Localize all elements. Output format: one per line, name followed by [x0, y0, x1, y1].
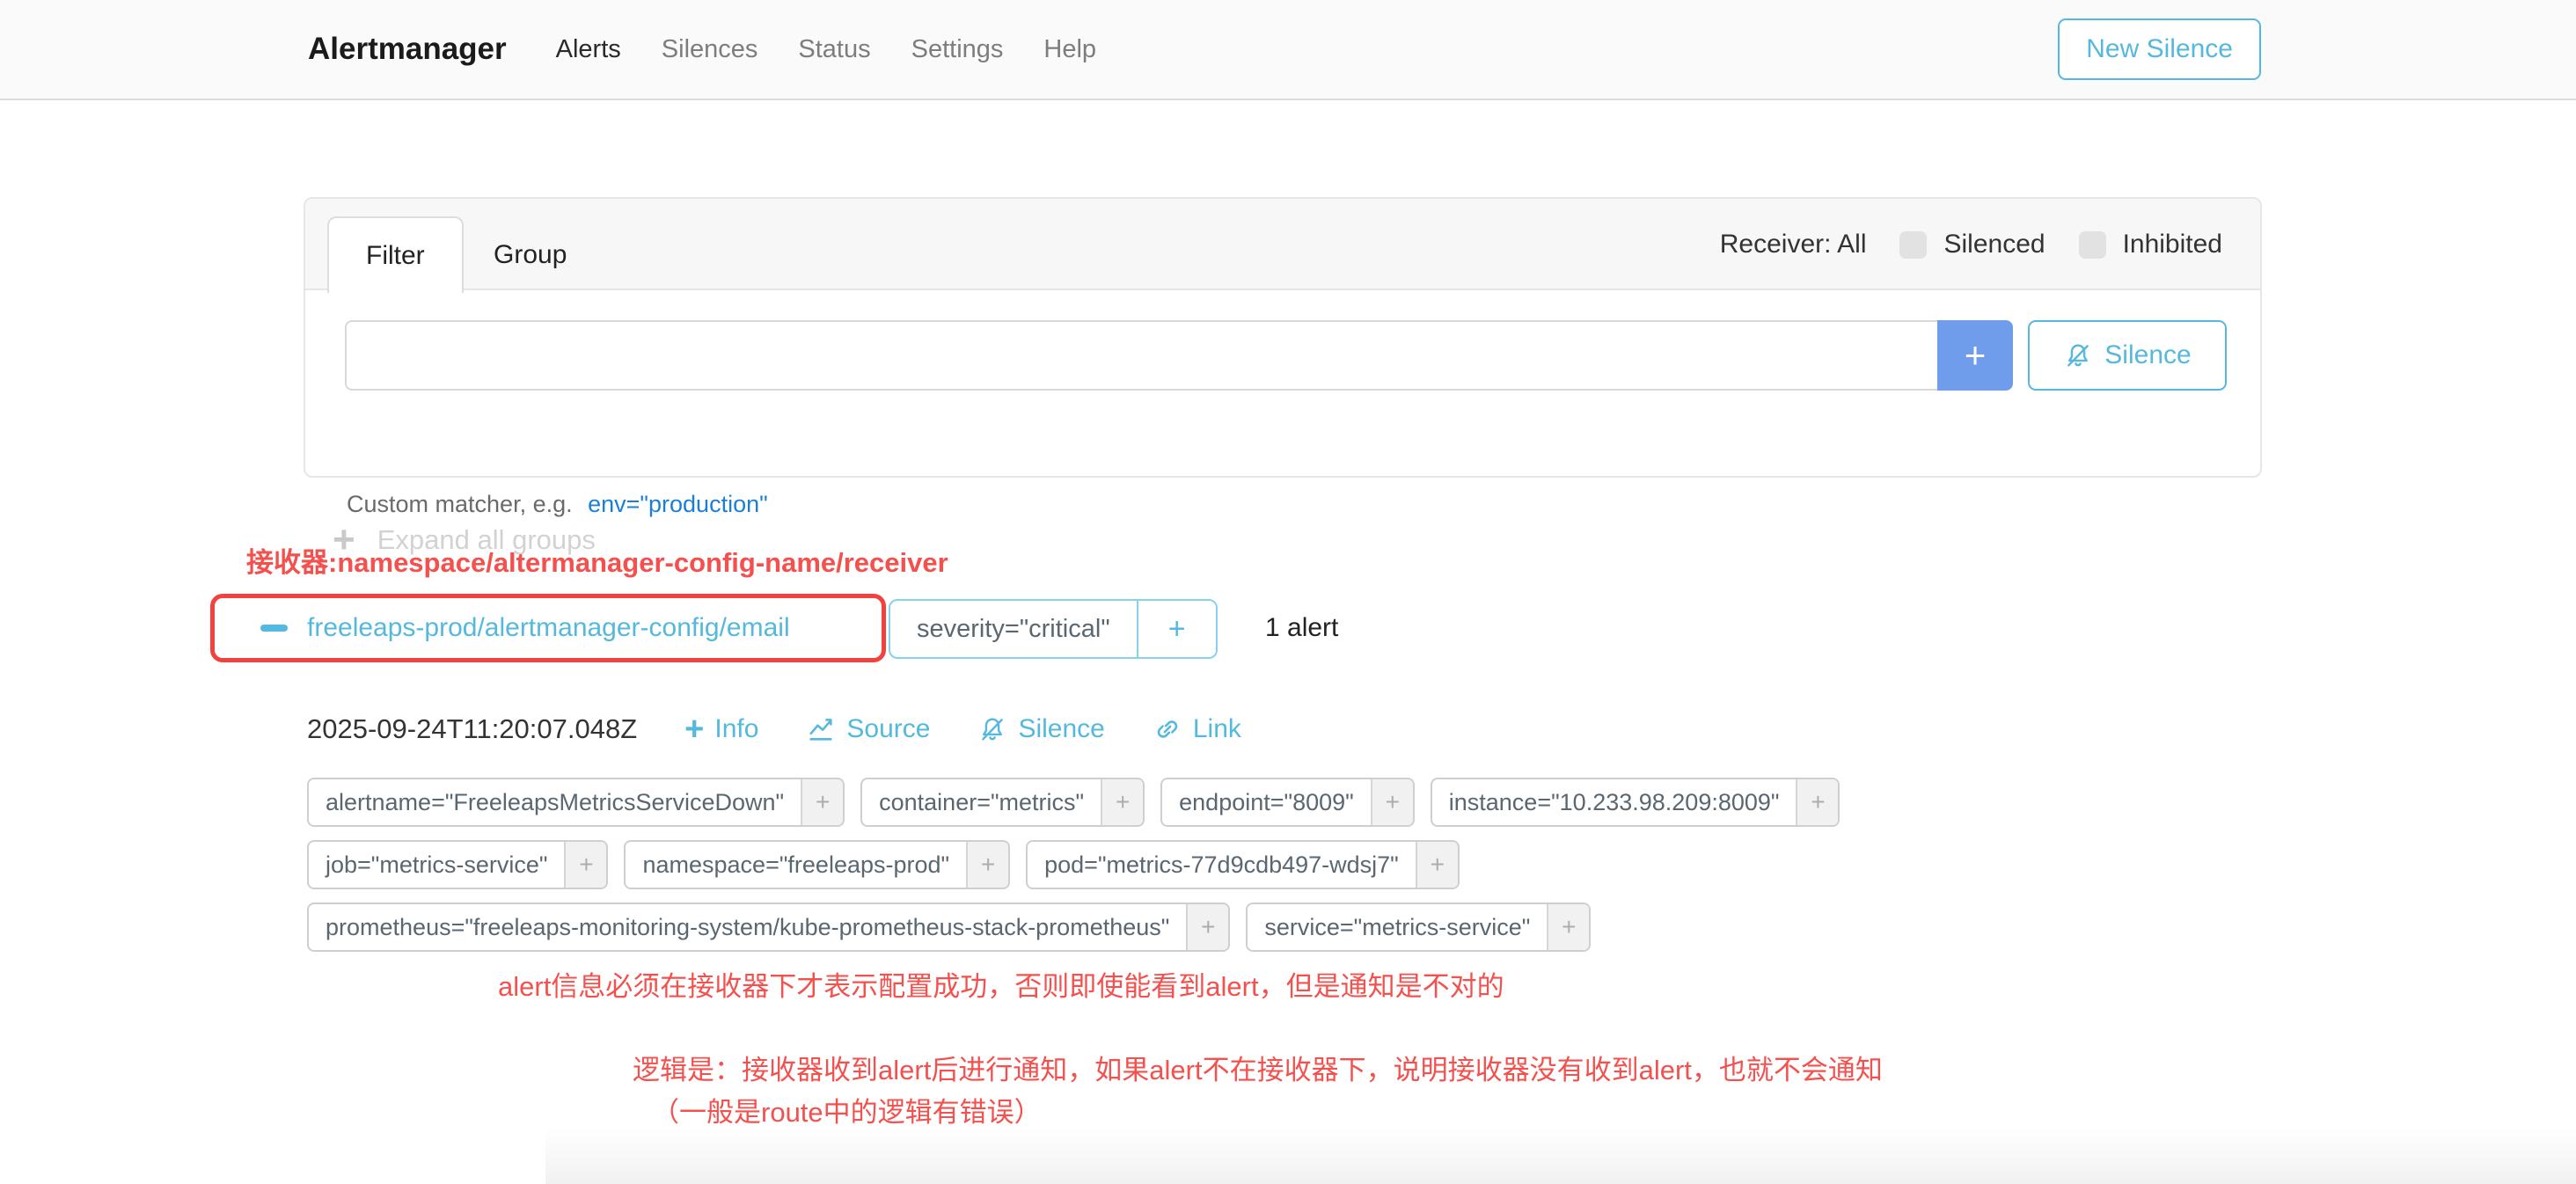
- label-chip: job="metrics-service" +: [307, 840, 608, 889]
- label-chip-text: endpoint="8009": [1162, 779, 1371, 825]
- filter-panel-body: + Silence Custom matcher, e.g. env="prod…: [305, 290, 2260, 478]
- receiver-group-link-label: freeleaps-prod/alertmanager-config/email: [307, 613, 790, 643]
- silenced-checkbox[interactable]: [1899, 231, 1927, 259]
- bell-slash-icon: [977, 714, 1007, 744]
- add-label-filter-button[interactable]: +: [1796, 779, 1838, 825]
- add-group-filter-button[interactable]: +: [1137, 601, 1216, 657]
- plus-icon: +: [684, 713, 704, 746]
- matcher-hint-text: Custom matcher, e.g.: [347, 491, 573, 517]
- add-label-filter-button[interactable]: +: [1101, 779, 1143, 825]
- add-label-filter-button[interactable]: +: [801, 779, 843, 825]
- alert-labels: alertname="FreeleapsMetricsServiceDown" …: [307, 778, 2155, 965]
- filter-panel-header: Filter Group Receiver: All Silenced Inhi…: [305, 199, 2260, 290]
- annotation-notify-logic: 逻辑是：接收器收到alert后进行通知，如果alert不在接收器下，说明接收器没…: [633, 1048, 1883, 1087]
- link-label: Link: [1193, 714, 1241, 744]
- link-icon: [1153, 714, 1182, 744]
- silence-alert-button[interactable]: Silence: [977, 714, 1104, 744]
- app-brand: Alertmanager: [308, 32, 507, 67]
- label-chip-text: service="metrics-service": [1248, 904, 1547, 950]
- label-chip-text: instance="10.233.98.209:8009": [1432, 779, 1797, 825]
- alert-count: 1 alert: [1265, 613, 1338, 643]
- source-label: Source: [846, 714, 930, 744]
- add-label-filter-button[interactable]: +: [1186, 904, 1228, 950]
- link-button[interactable]: Link: [1153, 714, 1241, 744]
- alert-timestamp: 2025-09-24T11:20:07.048Z: [307, 713, 637, 745]
- nav-help[interactable]: Help: [1043, 35, 1096, 64]
- label-chip-text: alertname="FreeleapsMetricsServiceDown": [309, 779, 801, 825]
- group-matcher-label: severity="critical": [890, 601, 1137, 657]
- page: Alertmanager Alerts Silences Status Sett…: [0, 0, 2576, 1184]
- tab-filter[interactable]: Filter: [327, 216, 464, 293]
- main-nav: Alerts Silences Status Settings Help: [556, 35, 1096, 64]
- label-row: job="metrics-service" + namespace="freel…: [307, 840, 2155, 889]
- label-chip: alertname="FreeleapsMetricsServiceDown" …: [307, 778, 845, 827]
- new-silence-button[interactable]: New Silence: [2058, 18, 2261, 80]
- silence-button-label: Silence: [2104, 340, 2191, 370]
- annotation-route-error: （一般是route中的逻辑有错误）: [652, 1090, 1042, 1129]
- receiver-filter[interactable]: Receiver: All: [1720, 230, 1867, 259]
- add-label-filter-button[interactable]: +: [564, 842, 606, 888]
- label-row: prometheus="freeleaps-monitoring-system/…: [307, 903, 2155, 952]
- label-chip: namespace="freeleaps-prod" +: [624, 840, 1010, 889]
- filter-options: Receiver: All Silenced Inhibited: [1720, 199, 2222, 290]
- label-chip: service="metrics-service" +: [1246, 903, 1591, 952]
- chart-line-icon: [806, 714, 836, 744]
- inhibited-checkbox[interactable]: [2079, 231, 2106, 259]
- label-chip-text: job="metrics-service": [309, 842, 564, 888]
- label-chip: prometheus="freeleaps-monitoring-system/…: [307, 903, 1230, 952]
- matcher-row: + Silence: [345, 320, 2227, 391]
- tab-group[interactable]: Group: [457, 216, 604, 293]
- label-chip: container="metrics" +: [860, 778, 1145, 827]
- nav-silences[interactable]: Silences: [662, 35, 758, 64]
- inhibited-label: Inhibited: [2123, 230, 2222, 259]
- silenced-label: Silenced: [1943, 230, 2045, 259]
- group-matcher-chip: severity="critical" +: [889, 599, 1218, 659]
- label-chip-text: namespace="freeleaps-prod": [626, 842, 966, 888]
- bell-slash-icon: [2063, 340, 2093, 370]
- add-label-filter-button[interactable]: +: [1371, 779, 1413, 825]
- matcher-hint: Custom matcher, e.g. env="production": [347, 491, 768, 518]
- info-button[interactable]: + Info: [684, 713, 758, 746]
- silence-button[interactable]: Silence: [2028, 320, 2227, 391]
- label-chip-text: container="metrics": [862, 779, 1101, 825]
- annotation-alert-under-receiver: alert信息必须在接收器下才表示配置成功，否则即使能看到alert，但是通知是…: [498, 964, 1504, 1004]
- label-chip-text: pod="metrics-77d9cdb497-wdsj7": [1028, 842, 1416, 888]
- add-label-filter-button[interactable]: +: [966, 842, 1008, 888]
- label-row: alertname="FreeleapsMetricsServiceDown" …: [307, 778, 2155, 827]
- bottom-shadow: [545, 1126, 2576, 1184]
- info-label: Info: [714, 714, 758, 744]
- silence-alert-label: Silence: [1018, 714, 1104, 744]
- label-chip: instance="10.233.98.209:8009" +: [1431, 778, 1841, 827]
- source-button[interactable]: Source: [806, 714, 930, 744]
- nav-alerts[interactable]: Alerts: [556, 35, 621, 64]
- label-chip: endpoint="8009" +: [1160, 778, 1415, 827]
- filter-panel: Filter Group Receiver: All Silenced Inhi…: [304, 197, 2262, 478]
- annotation-highlight-box: freeleaps-prod/alertmanager-config/email: [210, 594, 886, 662]
- receiver-group-link[interactable]: freeleaps-prod/alertmanager-config/email: [260, 613, 790, 643]
- add-label-filter-button[interactable]: +: [1416, 842, 1458, 888]
- annotation-receiver-format: 接收器:namespace/altermanager-config-name/r…: [246, 540, 948, 580]
- label-chip-text: prometheus="freeleaps-monitoring-system/…: [309, 904, 1186, 950]
- add-label-filter-button[interactable]: +: [1547, 904, 1589, 950]
- add-matcher-button[interactable]: +: [1937, 320, 2013, 391]
- matcher-input[interactable]: [345, 320, 1937, 391]
- alert-header-row: 2025-09-24T11:20:07.048Z + Info Source: [307, 713, 1241, 746]
- minus-icon: [260, 625, 288, 632]
- nav-settings[interactable]: Settings: [911, 35, 1004, 64]
- matcher-example-link[interactable]: env="production": [588, 491, 768, 517]
- top-navbar: Alertmanager Alerts Silences Status Sett…: [0, 0, 2576, 100]
- nav-status[interactable]: Status: [798, 35, 870, 64]
- label-chip: pod="metrics-77d9cdb497-wdsj7" +: [1026, 840, 1460, 889]
